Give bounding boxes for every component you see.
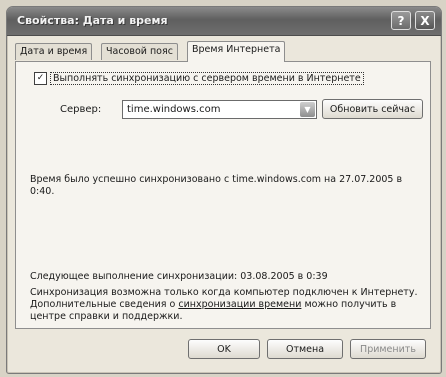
next-sync-text: Следующее выполнение синхронизации: 03.0… — [30, 271, 328, 282]
sync-checkbox[interactable]: ✓ — [34, 72, 47, 85]
date-time-properties-window: Свойства: Дата и время ? X Дата и время … — [6, 6, 442, 374]
server-label: Сервер: — [60, 104, 102, 115]
update-now-button[interactable]: Обновить сейчас — [322, 99, 423, 119]
help-icon: ? — [397, 13, 405, 28]
apply-button[interactable]: Применить — [350, 339, 426, 359]
ok-button[interactable]: OK — [188, 339, 260, 359]
server-value[interactable]: time.windows.com — [127, 104, 220, 115]
tab-date-time[interactable]: Дата и время — [15, 43, 93, 60]
checkmark-icon: ✓ — [36, 73, 45, 83]
sync-note: Синхронизация возможна только когда комп… — [30, 287, 422, 323]
cancel-button[interactable]: Отмена — [267, 339, 343, 359]
sync-option[interactable]: ✓ Выполнять синхронизацию с сервером вре… — [34, 72, 364, 85]
server-combobox[interactable]: time.windows.com ▼ — [122, 100, 317, 119]
window-title: Свойства: Дата и время — [17, 14, 168, 27]
tab-time-zone[interactable]: Часовой пояс — [101, 43, 178, 60]
close-button[interactable]: X — [415, 11, 435, 30]
internet-time-panel: ✓ Выполнять синхронизацию с сервером вре… — [15, 61, 431, 329]
close-icon: X — [420, 13, 430, 28]
time-sync-help-link[interactable]: синхронизации времени — [178, 299, 301, 310]
title-bar[interactable]: Свойства: Дата и время ? X — [7, 7, 441, 36]
sync-status-text: Время было успешно синхронизовано с time… — [30, 174, 403, 197]
help-button[interactable]: ? — [391, 11, 411, 30]
tab-internet-time[interactable]: Время Интернета — [187, 41, 286, 62]
sync-checkbox-label[interactable]: Выполнять синхронизацию с сервером време… — [50, 72, 364, 85]
chevron-down-icon[interactable]: ▼ — [300, 102, 315, 117]
